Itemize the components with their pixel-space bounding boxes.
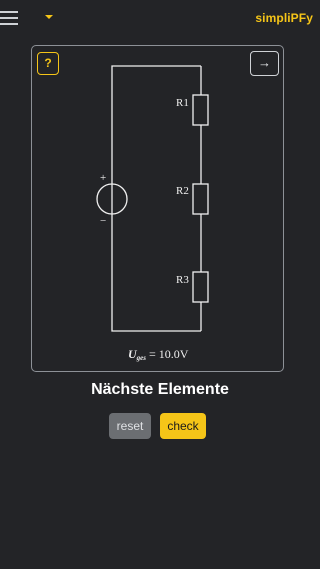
voltage-source[interactable] [96,183,128,215]
resistor-r2[interactable] [192,183,209,215]
check-button[interactable]: check [160,413,206,439]
hamburger-icon[interactable] [0,8,20,28]
circuit-card: R1 R2 R3 + − Uges = 10.0V ? → [31,45,284,372]
resistor-r1[interactable] [192,94,209,126]
source-plus-sign: + [100,172,106,184]
caret-down-icon[interactable] [45,15,53,19]
reset-button[interactable]: reset [109,413,151,439]
voltage-value: = 10.0V [149,347,189,361]
resistor-r3[interactable] [192,271,209,303]
help-button[interactable]: ? [37,52,59,75]
page-title: Nächste Elemente [91,381,229,398]
source-minus-sign: − [100,215,106,227]
voltage-subscript: ges [136,354,147,362]
circuit-diagram: R1 R2 R3 + − Uges = 10.0V [96,65,209,362]
brand-logo: simpliPFy [255,11,313,25]
resistor-label-r3: R3 [176,274,189,286]
total-voltage-label: Uges = 10.0V [128,347,189,362]
app-root: simpliPFy R1 R2 R3 + − Uges = 10.0V ? → … [0,0,320,569]
resistor-label-r1: R1 [176,97,189,109]
top-bar: simpliPFy [0,0,320,36]
next-arrow-button[interactable]: → [250,51,279,76]
resistor-label-r2: R2 [176,185,189,197]
